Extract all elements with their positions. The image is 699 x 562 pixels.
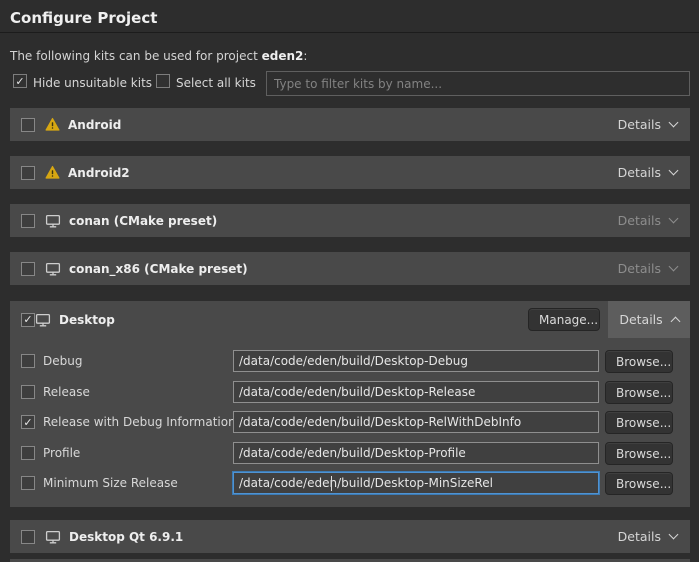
kit-filter-input[interactable] (266, 71, 690, 96)
kit-row-desktop: ✓ Desktop Manage... Details (10, 301, 690, 338)
build-config-checkbox[interactable]: ✓ (21, 476, 35, 490)
details-toggle: Details (618, 261, 677, 276)
build-config-checkbox[interactable]: ✓ (21, 446, 35, 460)
project-name: eden2 (262, 49, 304, 63)
desktop-icon (45, 529, 61, 545)
build-config-label: Release (43, 385, 90, 399)
chevron-up-icon (670, 317, 680, 327)
details-patch: Details (608, 301, 690, 338)
details-toggle[interactable]: Details (619, 312, 678, 327)
browse-button[interactable]: Browse... (605, 472, 673, 495)
details-toggle[interactable]: Details (618, 529, 677, 544)
manage-button[interactable]: Manage... (528, 308, 600, 331)
browse-button[interactable]: Browse... (605, 442, 673, 465)
kit-name: conan (CMake preset) (69, 214, 217, 228)
warning-icon (45, 165, 60, 180)
browse-button[interactable]: Browse... (605, 350, 673, 373)
chevron-down-icon (669, 118, 679, 128)
page-title: Configure Project (10, 9, 157, 27)
chevron-down-icon (669, 262, 679, 272)
title-separator (0, 32, 699, 33)
details-toggle[interactable]: Details (618, 117, 677, 132)
hide-unsuitable-label: Hide unsuitable kits (33, 76, 152, 90)
desktop-icon (45, 261, 61, 277)
check-icon: ✓ (15, 76, 24, 87)
build-config-checkbox[interactable]: ✓ (21, 385, 35, 399)
details-label: Details (619, 312, 662, 327)
intro-suffix: : (303, 49, 307, 63)
chevron-down-icon (669, 214, 679, 224)
kit-name: Android (68, 118, 121, 132)
desktop-icon (35, 312, 51, 328)
build-config-label: Release with Debug Information (43, 415, 236, 429)
text-cursor (331, 476, 332, 491)
build-dir-input[interactable] (233, 442, 599, 464)
kit-checkbox[interactable]: ✓ (21, 118, 35, 132)
chevron-down-icon (669, 166, 679, 176)
build-config-row-relwithdebinfo: ✓ Release with Debug Information Browse.… (10, 409, 690, 435)
kit-name: Desktop (59, 313, 115, 327)
details-label: Details (618, 117, 661, 132)
build-dir-input[interactable] (233, 381, 599, 403)
kit-row-conan-x86: ✓ conan_x86 (CMake preset) Details (10, 252, 690, 285)
browse-button[interactable]: Browse... (605, 381, 673, 404)
details-label: Details (618, 261, 661, 276)
build-config-checkbox[interactable]: ✓ (21, 415, 35, 429)
hide-unsuitable-checkbox[interactable]: ✓ (13, 74, 27, 88)
intro-prefix: The following kits can be used for proje… (10, 49, 262, 63)
build-config-row-profile: ✓ Profile Browse... (10, 440, 690, 466)
build-config-label: Profile (43, 446, 80, 460)
details-label: Details (618, 165, 661, 180)
build-dir-input[interactable] (233, 472, 599, 494)
intro-text: The following kits can be used for proje… (10, 49, 307, 63)
details-label: Details (618, 213, 661, 228)
build-config-row-debug: ✓ Debug Browse... (10, 348, 690, 374)
details-label: Details (618, 529, 661, 544)
kit-row-conan: ✓ conan (CMake preset) Details (10, 204, 690, 237)
warning-icon (45, 117, 60, 132)
kit-checkbox[interactable]: ✓ (21, 262, 35, 276)
kit-name: Desktop Qt 6.9.1 (69, 530, 183, 544)
build-dir-input[interactable] (233, 411, 599, 433)
kit-checkbox[interactable]: ✓ (21, 214, 35, 228)
kit-checkbox[interactable]: ✓ (21, 530, 35, 544)
kit-name: Android2 (68, 166, 130, 180)
kit-checkbox[interactable]: ✓ (21, 166, 35, 180)
kit-row-android: ✓ Android Details (10, 108, 690, 141)
build-config-checkbox[interactable]: ✓ (21, 354, 35, 368)
select-all-checkbox[interactable]: ✓ (156, 74, 170, 88)
browse-button[interactable]: Browse... (605, 411, 673, 434)
kit-name: conan_x86 (CMake preset) (69, 262, 248, 276)
build-dir-input[interactable] (233, 350, 599, 372)
kit-row-desktop-qt: ✓ Desktop Qt 6.9.1 Details (10, 520, 690, 553)
kit-checkbox[interactable]: ✓ (21, 313, 35, 327)
build-config-label: Debug (43, 354, 82, 368)
desktop-icon (45, 213, 61, 229)
details-toggle[interactable]: Details (618, 165, 677, 180)
kit-section-desktop: ✓ Desktop Manage... Details ✓ Debug Brow… (10, 301, 690, 507)
build-config-row-release: ✓ Release Browse... (10, 379, 690, 405)
details-toggle: Details (618, 213, 677, 228)
kit-row-android2: ✓ Android2 Details (10, 156, 690, 189)
check-icon: ✓ (23, 417, 32, 428)
select-all-label: Select all kits (176, 76, 256, 90)
check-icon: ✓ (23, 314, 32, 325)
chevron-down-icon (669, 530, 679, 540)
build-config-label: Minimum Size Release (43, 476, 178, 490)
build-config-row-minsizerel: ✓ Minimum Size Release Browse... (10, 470, 690, 496)
